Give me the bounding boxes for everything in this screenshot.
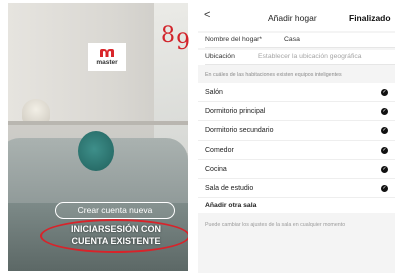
page-title: Añadir hogar [268, 13, 317, 23]
check-icon[interactable]: ✓ [381, 165, 388, 173]
room-item-comedor[interactable]: Comedor ✓ [198, 141, 395, 160]
room-label: Sala de estudio [205, 184, 254, 192]
screenshot-composite: master Crear cuenta nueva INICIARSESIÓN … [0, 0, 395, 275]
divider [205, 47, 395, 48]
add-room-button[interactable]: Añadir otra sala [198, 198, 395, 213]
room-label: Comedor [205, 146, 234, 154]
home-name-label: Nombre del hogar* [205, 36, 263, 43]
room-item-dormitorio-secundario[interactable]: Dormitorio secundario ✓ [198, 121, 395, 141]
check-icon[interactable]: ✓ [381, 127, 388, 135]
logo-text: master [96, 59, 118, 66]
highlight-circle [40, 219, 188, 253]
create-account-button[interactable]: Crear cuenta nueva [55, 202, 175, 219]
room-label: Dormitorio secundario [205, 127, 274, 135]
check-icon[interactable]: ✓ [381, 89, 388, 96]
room-label: Cocina [205, 165, 227, 173]
home-name-field[interactable]: Nombre del hogar* Casa [198, 33, 395, 48]
add-room-label: Añadir otra sala [205, 202, 257, 210]
home-name-value[interactable]: Casa [284, 36, 300, 43]
check-icon[interactable]: ✓ [381, 108, 388, 116]
chevron-left-icon[interactable]: < [204, 9, 210, 21]
location-field[interactable]: Ubicación Establecer la ubicación geográ… [198, 50, 395, 65]
room-item-salon[interactable]: Salón ✓ [198, 83, 395, 103]
check-icon[interactable]: ✓ [381, 146, 388, 154]
room-item-cocina[interactable]: Cocina ✓ [198, 160, 395, 179]
master-logo: master [88, 43, 126, 71]
room-item-sala-de-estudio[interactable]: Sala de estudio ✓ [198, 179, 395, 199]
step-number-9: 9 [176, 30, 190, 55]
check-icon[interactable]: ✓ [381, 184, 388, 192]
location-label: Ubicación [205, 53, 235, 60]
room-label: Salón [205, 89, 223, 96]
background-shelf [8, 121, 188, 125]
master-logo-icon [100, 49, 114, 57]
location-placeholder[interactable]: Establecer la ubicación geográfica [258, 53, 362, 60]
rooms-hint: En cuáles de las habitaciones existen eq… [205, 72, 342, 78]
header-bar: < Añadir hogar Finalizado [198, 3, 395, 31]
room-item-dormitorio-principal[interactable]: Dormitorio principal ✓ [198, 102, 395, 122]
step-number-8: 8 [161, 23, 175, 48]
footer-hint: Puede cambiar los ajustes de la sala en … [205, 222, 346, 228]
room-label: Dormitorio principal [205, 108, 266, 116]
divider [205, 64, 395, 65]
done-button[interactable]: Finalizado [349, 13, 391, 23]
background-plant [78, 131, 114, 171]
room-list: Salón ✓ Dormitorio principal ✓ Dormitori… [198, 83, 395, 214]
add-home-screen: < Añadir hogar Finalizado Nombre del hog… [198, 3, 395, 273]
